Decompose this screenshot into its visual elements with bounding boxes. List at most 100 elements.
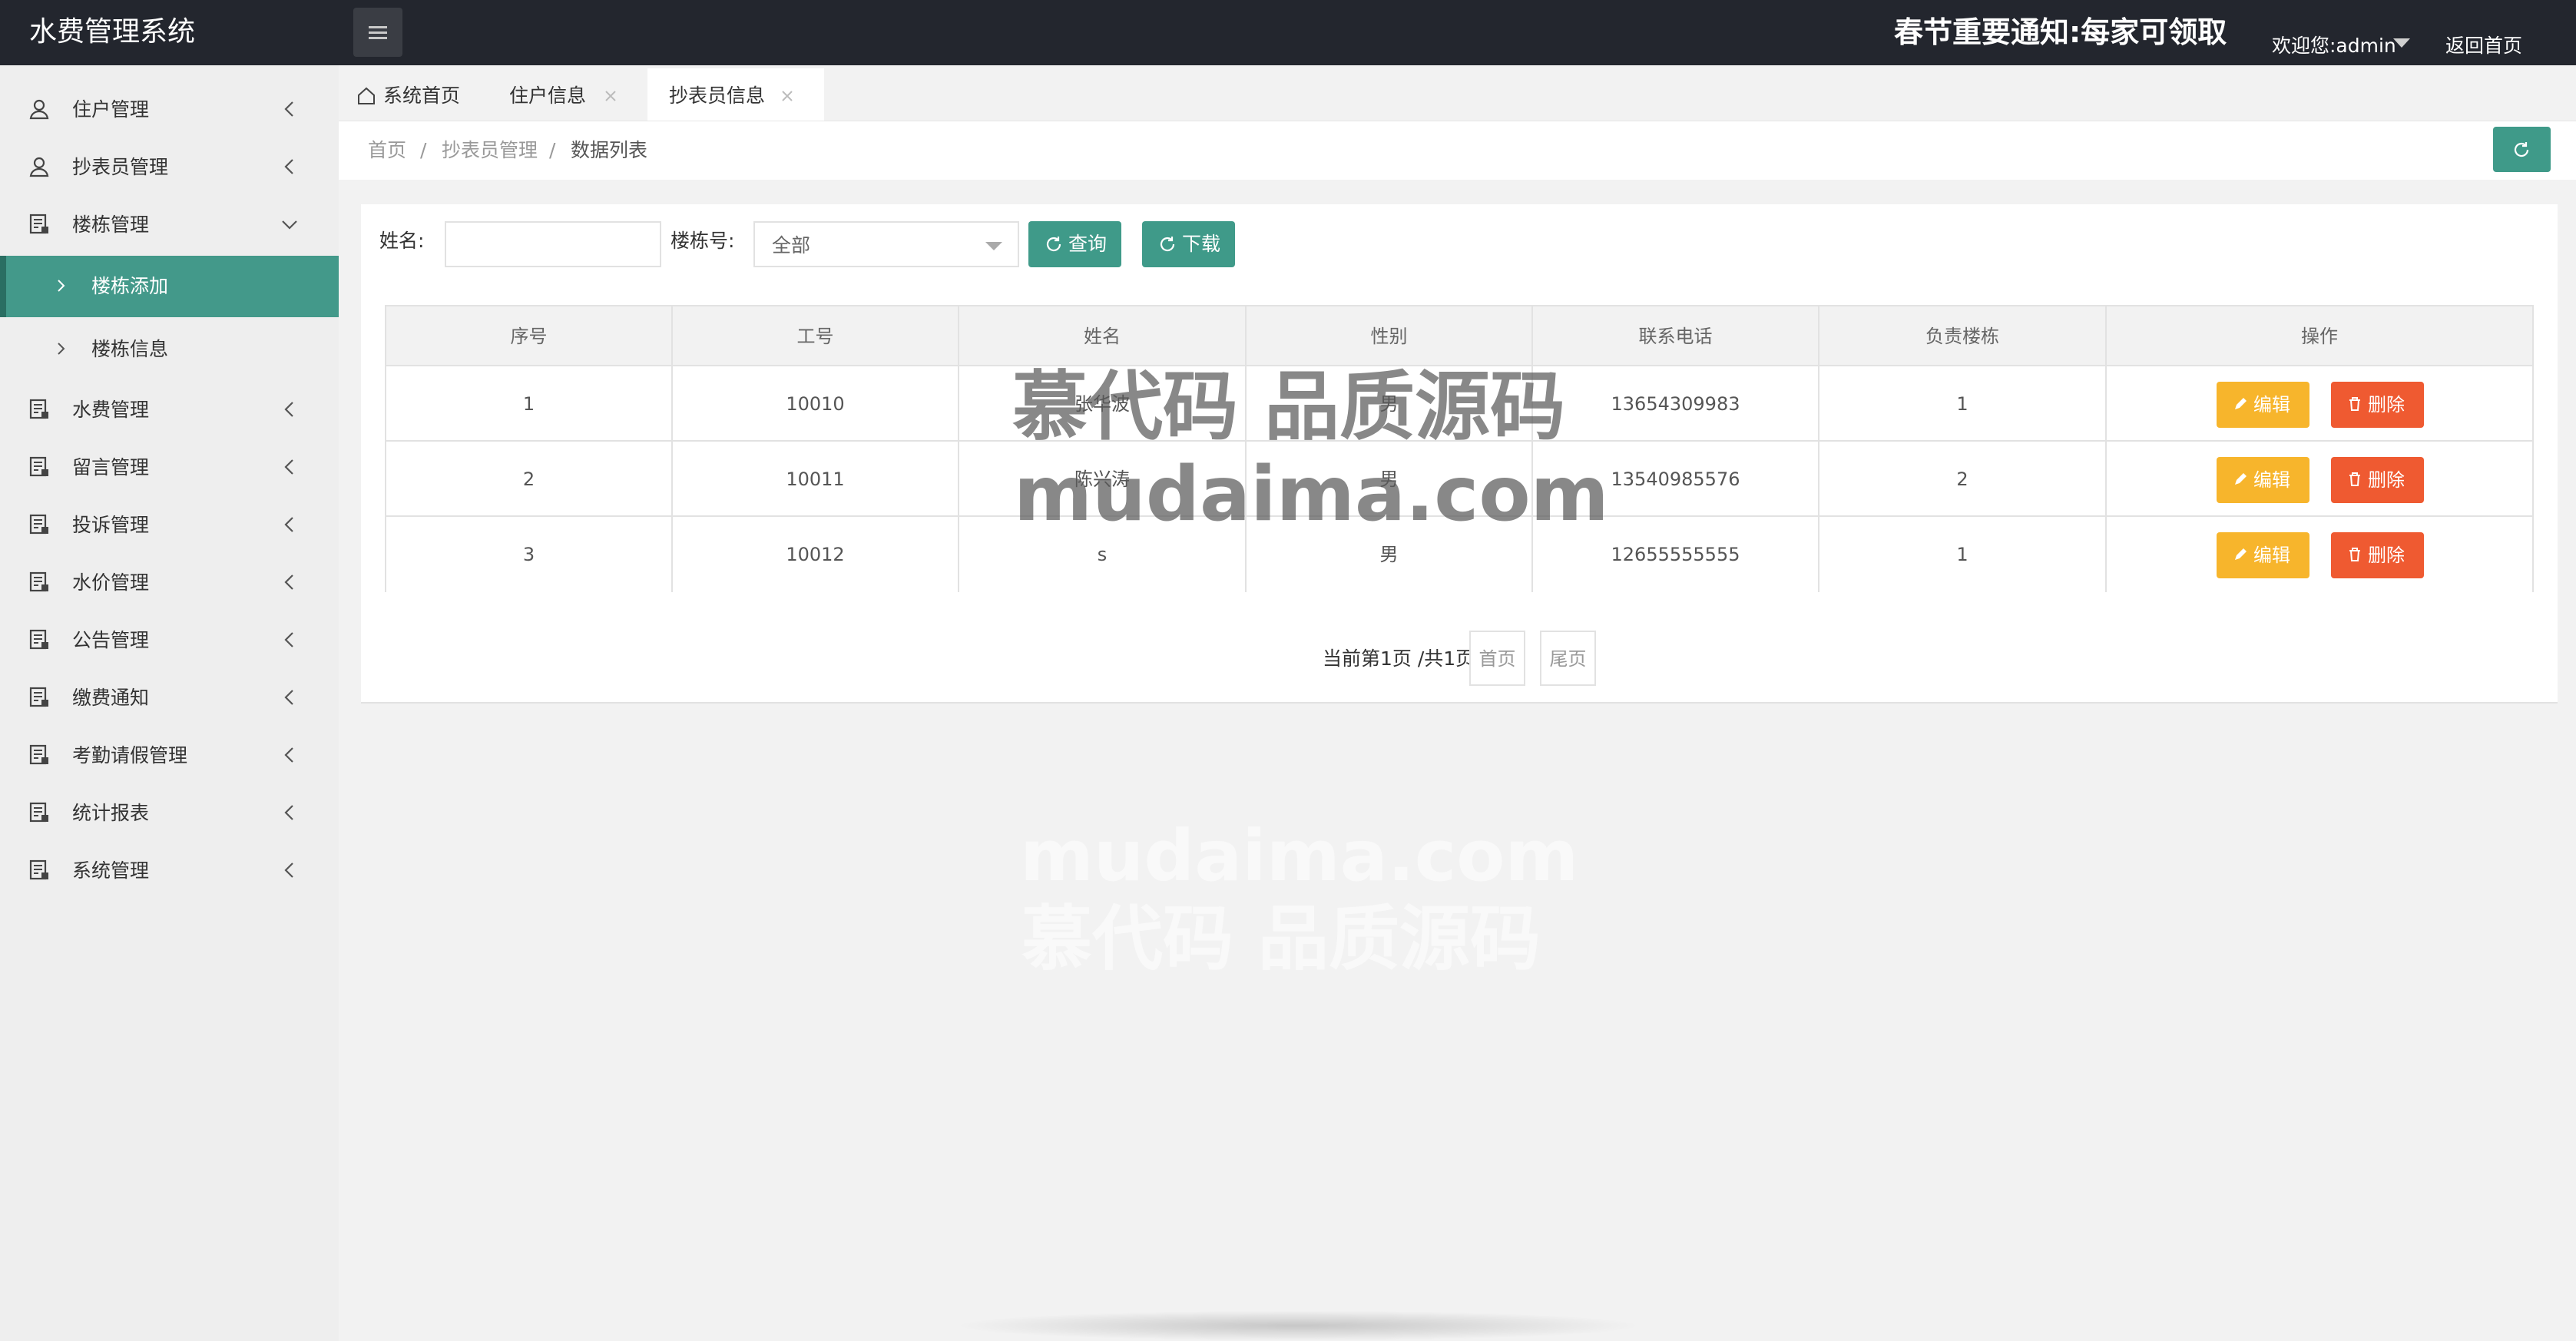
form-icon bbox=[29, 399, 48, 419]
sidebar-item-label: 公告管理 bbox=[72, 629, 150, 651]
refresh-button[interactable] bbox=[2493, 127, 2551, 172]
first-page-label: 首页 bbox=[1478, 648, 1516, 670]
back-home-link[interactable]: 返回首页 bbox=[2445, 31, 2522, 61]
sidebar-item-attendance-leave[interactable]: 考勤请假管理 bbox=[0, 727, 339, 784]
building-select-value: 全部 bbox=[772, 234, 811, 257]
watermark-text: 慕代码 品质源码 bbox=[1012, 363, 1566, 451]
caret-down-icon[interactable] bbox=[2393, 38, 2410, 48]
cell-phone: 12655555555 bbox=[1611, 544, 1740, 565]
cell-employee-id: 10011 bbox=[786, 469, 845, 490]
sidebar-subitem-building-info[interactable]: 楼栋信息 bbox=[0, 319, 339, 380]
edit-button-label: 编辑 bbox=[2253, 545, 2290, 566]
tab-residents-info[interactable]: 住户信息 bbox=[494, 68, 647, 121]
table-cell: 1 bbox=[1819, 517, 2107, 592]
edit-button[interactable]: 编辑 bbox=[2217, 532, 2309, 578]
delete-button-label: 删除 bbox=[2368, 394, 2405, 416]
chevron-left-icon bbox=[284, 632, 293, 647]
trash-icon bbox=[2349, 472, 2360, 486]
tab-bar: 系统首页 住户信息 抄表员信息 bbox=[339, 65, 2576, 121]
table-header: 序号 工号 姓名 性别 联系电话 负责楼栋 操作 bbox=[386, 306, 2532, 366]
column-header-label: 工号 bbox=[796, 326, 834, 347]
close-icon[interactable] bbox=[780, 88, 795, 104]
query-button[interactable]: 查询 bbox=[1028, 221, 1121, 267]
form-icon bbox=[29, 456, 48, 477]
sidebar-item-label: 水价管理 bbox=[72, 571, 150, 594]
tab-meter-reader-info[interactable]: 抄表员信息 bbox=[647, 68, 824, 121]
sidebar-item-complaints[interactable]: 投诉管理 bbox=[0, 496, 339, 554]
sidebar-item-buildings[interactable]: 楼栋管理 bbox=[0, 196, 339, 253]
chevron-left-icon bbox=[284, 101, 293, 117]
delete-button[interactable]: 删除 bbox=[2331, 382, 2424, 428]
menu-icon-line bbox=[369, 37, 387, 39]
sidebar-item-label: 留言管理 bbox=[72, 456, 150, 478]
sidebar-item-water-price[interactable]: 水价管理 bbox=[0, 554, 339, 611]
first-page-button[interactable]: 首页 bbox=[1469, 631, 1525, 686]
table-cell: 10011 bbox=[673, 442, 959, 515]
form-icon bbox=[29, 571, 48, 592]
breadcrumb: 首页 / 抄表员管理 / 数据列表 bbox=[339, 121, 2576, 180]
sidebar-item-messages[interactable]: 留言管理 bbox=[0, 439, 339, 496]
sidebar-item-announcements[interactable]: 公告管理 bbox=[0, 611, 339, 669]
sidebar-item-residents[interactable]: 住户管理 bbox=[0, 81, 339, 138]
cell-index: 1 bbox=[522, 393, 535, 415]
sidebar-item-system[interactable]: 系统管理 bbox=[0, 842, 339, 899]
table-cell: 10012 bbox=[673, 517, 959, 592]
sidebar-item-payment-notices[interactable]: 缴费通知 bbox=[0, 669, 339, 727]
sidebar-subitem-building-add[interactable]: 楼栋添加 bbox=[0, 256, 339, 317]
tab-home[interactable]: 系统首页 bbox=[348, 68, 471, 121]
user-menu[interactable]: 欢迎您:admin bbox=[2272, 31, 2396, 61]
chevron-left-icon bbox=[284, 863, 293, 878]
form-icon bbox=[29, 744, 48, 765]
sidebar-item-label: 统计报表 bbox=[72, 802, 150, 824]
delete-button[interactable]: 删除 bbox=[2331, 457, 2424, 503]
breadcrumb-current: 数据列表 bbox=[571, 139, 648, 161]
top-bar: 水费管理系统 春节重要通知:每家可领取 欢迎您:admin 返回首页 bbox=[0, 0, 2576, 65]
close-icon[interactable] bbox=[603, 88, 618, 104]
sidebar-item-label: 楼栋管理 bbox=[72, 214, 150, 236]
last-page-button[interactable]: 尾页 bbox=[1540, 631, 1596, 686]
sidebar-item-label: 系统管理 bbox=[72, 859, 150, 882]
table-cell: 2 bbox=[386, 442, 673, 515]
last-page-label: 尾页 bbox=[1549, 648, 1587, 670]
chevron-right-icon bbox=[58, 343, 65, 355]
sidebar-item-label: 考勤请假管理 bbox=[72, 744, 188, 767]
cell-employee-id: 10010 bbox=[786, 393, 845, 415]
sidebar-item-label: 抄表员管理 bbox=[72, 156, 169, 178]
column-header: 性别 bbox=[1247, 306, 1533, 365]
cell-building: 1 bbox=[1956, 393, 1968, 415]
form-icon bbox=[29, 859, 48, 880]
menu-toggle-button[interactable] bbox=[353, 8, 402, 57]
refresh-icon bbox=[2514, 142, 2529, 157]
query-button-label: 查询 bbox=[1068, 233, 1108, 255]
table-cell: 3 bbox=[386, 517, 673, 592]
home-icon bbox=[358, 87, 375, 104]
delete-button-label: 删除 bbox=[2368, 469, 2405, 491]
breadcrumb-home[interactable]: 首页 bbox=[368, 137, 406, 164]
menu-icon bbox=[369, 26, 387, 28]
edit-button[interactable]: 编辑 bbox=[2217, 457, 2309, 503]
delete-button-label: 删除 bbox=[2368, 545, 2405, 566]
sidebar-item-meter-readers[interactable]: 抄表员管理 bbox=[0, 138, 339, 196]
cell-employee-id: 10012 bbox=[786, 544, 845, 565]
notice-banner[interactable]: 春节重要通知:每家可领取 bbox=[1894, 12, 2227, 52]
breadcrumb-meter-reader-mgmt[interactable]: 抄表员管理 bbox=[442, 137, 538, 164]
building-select[interactable]: 全部 bbox=[753, 221, 1019, 267]
edit-button[interactable]: 编辑 bbox=[2217, 382, 2309, 428]
tab-label: 系统首页 bbox=[383, 84, 461, 107]
table-cell-actions: 编辑 删除 bbox=[2107, 442, 2532, 515]
chevron-left-icon bbox=[284, 574, 293, 590]
name-input[interactable] bbox=[445, 221, 661, 267]
sidebar-item-statistics[interactable]: 统计报表 bbox=[0, 784, 339, 842]
column-header-label: 联系电话 bbox=[1638, 326, 1713, 347]
chevron-left-icon bbox=[284, 402, 293, 417]
sidebar-item-water-fees[interactable]: 水费管理 bbox=[0, 381, 339, 439]
chevron-right-icon bbox=[58, 280, 65, 292]
pager-info: 当前第1页 /共1页 bbox=[1323, 647, 1475, 670]
download-button[interactable]: 下载 bbox=[1142, 221, 1235, 267]
delete-button[interactable]: 删除 bbox=[2331, 532, 2424, 578]
column-header-label: 负责楼栋 bbox=[1925, 326, 1999, 347]
chevron-down-icon bbox=[282, 220, 297, 230]
chevron-left-icon bbox=[284, 805, 293, 820]
form-icon bbox=[29, 629, 48, 650]
table-cell-actions: 编辑 删除 bbox=[2107, 366, 2532, 440]
